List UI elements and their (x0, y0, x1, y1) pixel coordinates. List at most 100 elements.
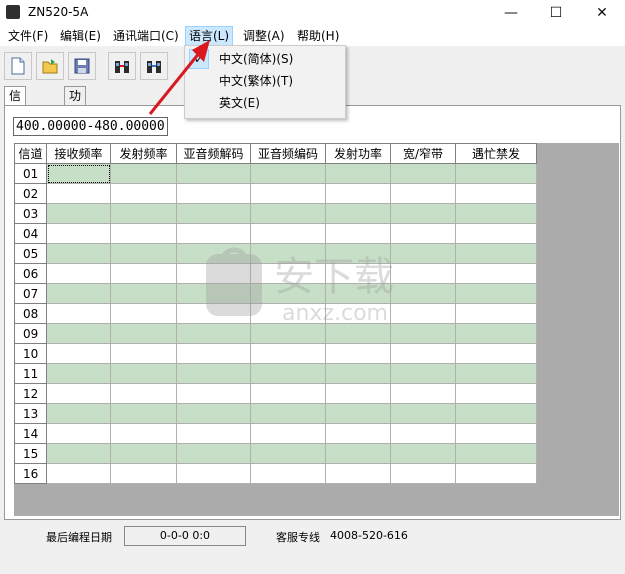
grid-cell[interactable] (390, 383, 456, 404)
col-header-rx-freq[interactable]: 接收频率 (46, 143, 111, 164)
open-button[interactable] (36, 52, 64, 80)
col-header-tx-freq[interactable]: 发射频率 (110, 143, 177, 164)
col-header-busy-lockout[interactable]: 遇忙禁发 (455, 143, 537, 164)
grid-cell[interactable] (390, 203, 456, 224)
row-header[interactable]: 11 (14, 363, 47, 384)
grid-cell[interactable] (46, 403, 111, 424)
grid-cell[interactable] (46, 223, 111, 244)
grid-cell[interactable] (325, 363, 391, 384)
grid-cell[interactable] (176, 163, 251, 184)
grid-cell[interactable] (46, 183, 111, 204)
grid-cell[interactable] (110, 303, 177, 324)
grid-cell[interactable] (455, 303, 537, 324)
grid-cell[interactable] (325, 163, 391, 184)
grid-cell[interactable] (110, 183, 177, 204)
tab-function-options[interactable]: 功能选项 (64, 86, 87, 160)
grid-cell[interactable] (110, 163, 177, 184)
grid-cell[interactable] (46, 323, 111, 344)
grid-cell[interactable] (250, 343, 326, 364)
grid-cell[interactable] (46, 383, 111, 404)
grid-cell[interactable] (46, 163, 111, 184)
maximize-button[interactable]: ☐ (533, 0, 579, 26)
grid-cell[interactable] (110, 423, 177, 444)
grid-cell[interactable] (250, 163, 326, 184)
row-header[interactable]: 14 (14, 423, 47, 444)
grid-cell[interactable] (176, 463, 251, 484)
row-header[interactable]: 06 (14, 263, 47, 284)
grid-cell[interactable] (325, 403, 391, 424)
grid-cell[interactable] (455, 463, 537, 484)
row-header[interactable]: 09 (14, 323, 47, 344)
row-header[interactable]: 16 (14, 463, 47, 484)
grid-cell[interactable] (250, 463, 326, 484)
grid-cell[interactable] (455, 183, 537, 204)
row-header[interactable]: 05 (14, 243, 47, 264)
grid-cell[interactable] (110, 203, 177, 224)
grid-cell[interactable] (455, 323, 537, 344)
grid-cell[interactable] (390, 363, 456, 384)
grid-cell[interactable] (46, 363, 111, 384)
grid-cell[interactable] (176, 423, 251, 444)
grid-cell[interactable] (176, 403, 251, 424)
grid-cell[interactable] (176, 443, 251, 464)
row-header[interactable]: 07 (14, 283, 47, 304)
grid-cell[interactable] (390, 183, 456, 204)
col-header-ctcss-encode[interactable]: 亚音频编码 (250, 143, 326, 164)
col-header-bandwidth[interactable]: 宽/窄带 (390, 143, 456, 164)
minimize-button[interactable]: — (488, 0, 534, 26)
grid-cell[interactable] (110, 403, 177, 424)
grid-cell[interactable] (455, 383, 537, 404)
grid-cell[interactable] (110, 243, 177, 264)
grid-cell[interactable] (46, 263, 111, 284)
col-header-ctcss-decode[interactable]: 亚音频解码 (176, 143, 251, 164)
menu-file[interactable]: 文件(F) (5, 28, 51, 44)
col-header-channel[interactable]: 信道 (14, 143, 47, 164)
tab-channel-edit[interactable]: 信道编辑 (4, 86, 27, 160)
grid-cell[interactable] (250, 403, 326, 424)
grid-cell[interactable] (46, 243, 111, 264)
row-header[interactable]: 10 (14, 343, 47, 364)
grid-cell[interactable] (110, 283, 177, 304)
grid-cell[interactable] (46, 423, 111, 444)
grid-cell[interactable] (455, 283, 537, 304)
menu-help[interactable]: 帮助(H) (294, 28, 342, 44)
grid-cell[interactable] (325, 463, 391, 484)
grid-cell[interactable] (455, 223, 537, 244)
grid-cell[interactable] (110, 323, 177, 344)
row-header[interactable]: 15 (14, 443, 47, 464)
grid-cell[interactable] (250, 363, 326, 384)
grid-cell[interactable] (325, 203, 391, 224)
grid-cell[interactable] (390, 343, 456, 364)
grid-cell[interactable] (325, 423, 391, 444)
row-header[interactable]: 08 (14, 303, 47, 324)
grid-cell[interactable] (250, 423, 326, 444)
grid-cell[interactable] (110, 363, 177, 384)
grid-cell[interactable] (176, 383, 251, 404)
row-header[interactable]: 04 (14, 223, 47, 244)
grid-cell[interactable] (455, 443, 537, 464)
grid-cell[interactable] (46, 203, 111, 224)
grid-cell[interactable] (455, 263, 537, 284)
grid-cell[interactable] (455, 203, 537, 224)
grid-cell[interactable] (110, 223, 177, 244)
grid-cell[interactable] (176, 343, 251, 364)
grid-cell[interactable] (325, 443, 391, 464)
save-button[interactable] (68, 52, 96, 80)
grid-cell[interactable] (455, 423, 537, 444)
grid-cell[interactable] (455, 243, 537, 264)
col-header-tx-power[interactable]: 发射功率 (325, 143, 391, 164)
row-header[interactable]: 01 (14, 163, 47, 184)
row-header[interactable]: 03 (14, 203, 47, 224)
grid-cell[interactable] (390, 463, 456, 484)
grid-cell[interactable] (325, 383, 391, 404)
row-header[interactable]: 12 (14, 383, 47, 404)
grid-cell[interactable] (110, 263, 177, 284)
grid-cell[interactable] (46, 443, 111, 464)
grid-cell[interactable] (455, 163, 537, 184)
grid-cell[interactable] (390, 403, 456, 424)
row-header[interactable]: 02 (14, 183, 47, 204)
grid-cell[interactable] (390, 423, 456, 444)
row-header[interactable]: 13 (14, 403, 47, 424)
grid-cell[interactable] (250, 443, 326, 464)
grid-cell[interactable] (250, 383, 326, 404)
